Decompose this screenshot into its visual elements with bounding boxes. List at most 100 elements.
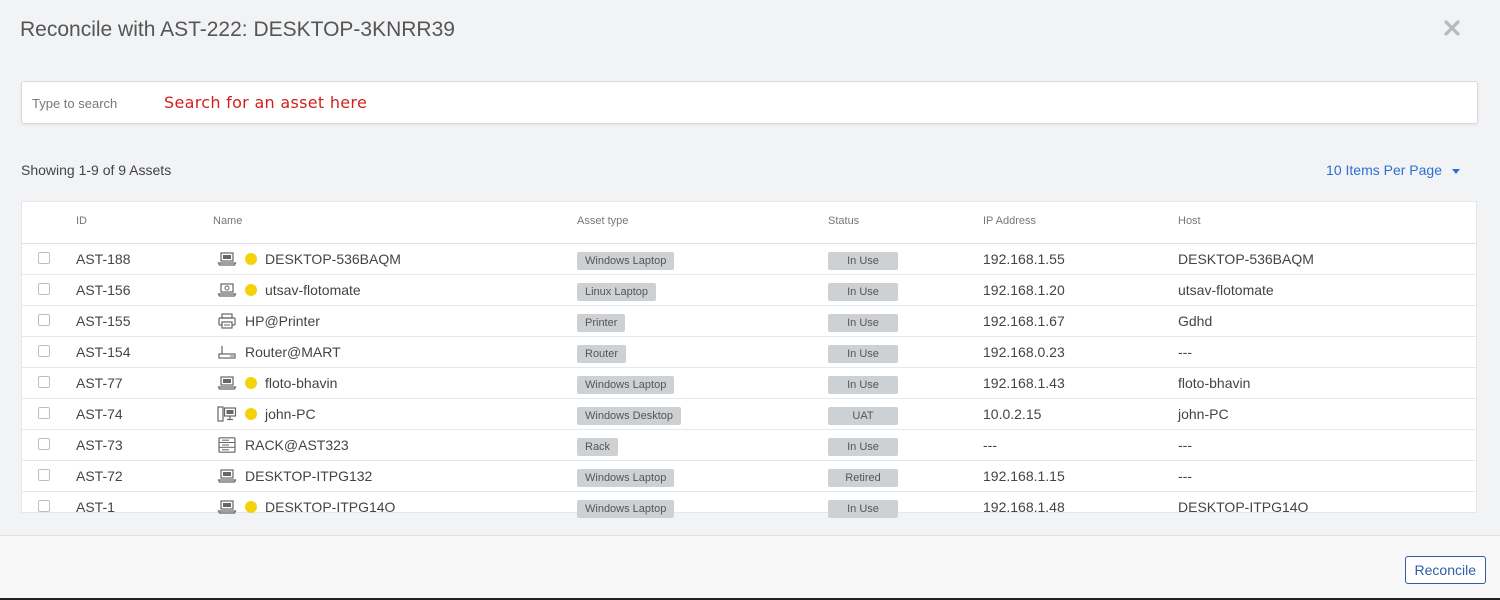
status-cell: Retired — [828, 461, 898, 491]
online-status-dot — [245, 284, 257, 296]
laptop-icon — [217, 499, 237, 515]
table-row[interactable]: AST-188 DESKTOP-536BAQM Windows Laptop In U… — [22, 244, 1476, 275]
table-row[interactable]: AST-77 floto-bhavin Windows Laptop In Use 19… — [22, 368, 1476, 399]
status-badge: In Use — [828, 345, 898, 363]
linux-laptop-icon — [217, 282, 237, 298]
host: DESKTOP-ITPG14O — [1178, 499, 1309, 515]
row-checkbox[interactable] — [38, 407, 50, 419]
caret-down-icon — [1452, 168, 1460, 174]
table-row[interactable]: AST-156 utsav-flotomate Linux Laptop In Use… — [22, 275, 1476, 306]
ip-address: 192.168.1.67 — [983, 313, 1065, 329]
row-checkbox[interactable] — [38, 376, 50, 388]
reconcile-modal: Reconcile with AST-222: DESKTOP-3KNRR39 … — [0, 0, 1500, 600]
status-badge: Retired — [828, 469, 898, 487]
column-header-name: Name — [213, 215, 243, 227]
asset-id: AST-188 — [76, 251, 131, 267]
table-row[interactable]: AST-74 john-PC Windows Desktop UAT 10.0.2.15… — [22, 399, 1476, 430]
asset-name-cell[interactable]: utsav-flotomate — [217, 275, 361, 305]
close-icon[interactable] — [1442, 18, 1462, 38]
asset-id: AST-73 — [76, 437, 123, 453]
assets-table: ID Name Asset type Status IP Address Hos… — [21, 201, 1477, 518]
asset-name-cell[interactable]: HP@Printer — [217, 306, 320, 336]
asset-name: john-PC — [265, 406, 316, 422]
desktop-icon — [217, 406, 237, 422]
asset-name-cell[interactable]: DESKTOP-ITPG132 — [217, 461, 372, 491]
status-badge: In Use — [828, 314, 898, 332]
asset-type-cell: Windows Laptop — [577, 461, 675, 491]
ip-address: 192.168.1.15 — [983, 468, 1065, 484]
laptop-icon — [217, 375, 237, 391]
status-badge: In Use — [828, 500, 898, 518]
status-cell: In Use — [828, 275, 898, 305]
status-badge: In Use — [828, 252, 898, 270]
host: utsav-flotomate — [1178, 282, 1274, 298]
status-badge: In Use — [828, 283, 898, 301]
row-checkbox[interactable] — [38, 252, 50, 264]
row-checkbox[interactable] — [38, 500, 50, 512]
asset-name: DESKTOP-ITPG14O — [265, 499, 396, 515]
online-status-dot — [245, 501, 257, 513]
host: --- — [1178, 437, 1192, 453]
host: floto-bhavin — [1178, 375, 1251, 391]
row-checkbox[interactable] — [38, 283, 50, 295]
asset-name: HP@Printer — [245, 313, 320, 329]
column-header-ip-address: IP Address — [983, 215, 1036, 227]
reconcile-button[interactable]: Reconcile — [1404, 556, 1486, 584]
row-checkbox[interactable] — [38, 345, 50, 357]
ip-address: --- — [983, 437, 997, 453]
status-cell: In Use — [828, 306, 898, 336]
asset-type-badge: Windows Laptop — [577, 469, 675, 487]
asset-id: AST-155 — [76, 313, 131, 329]
table-row[interactable]: AST-72 DESKTOP-ITPG132 Windows Laptop Retir… — [22, 461, 1476, 492]
asset-name-cell[interactable]: floto-bhavin — [217, 368, 337, 398]
row-checkbox[interactable] — [38, 438, 50, 450]
column-header-host: Host — [1178, 215, 1201, 227]
asset-id: AST-154 — [76, 344, 131, 360]
asset-type-badge: Rack — [577, 438, 619, 456]
status-badge: In Use — [828, 438, 898, 456]
asset-type-badge: Linux Laptop — [577, 283, 656, 301]
asset-type-badge: Windows Laptop — [577, 376, 675, 394]
asset-name-cell[interactable]: Router@MART — [217, 337, 341, 367]
asset-name-cell[interactable]: john-PC — [217, 399, 316, 429]
asset-name: RACK@AST323 — [245, 437, 349, 453]
modal-title: Reconcile with AST-222: DESKTOP-3KNRR39 — [20, 18, 455, 41]
asset-name: utsav-flotomate — [265, 282, 361, 298]
asset-name: DESKTOP-ITPG132 — [245, 468, 373, 484]
asset-id: AST-1 — [76, 499, 115, 515]
status-cell: In Use — [828, 337, 898, 367]
items-per-page-dropdown[interactable]: 10 Items Per Page — [1326, 162, 1460, 178]
table-row[interactable]: AST-154 Router@MART Router In Use 192.168.0.… — [22, 337, 1476, 368]
asset-id: AST-77 — [76, 375, 123, 391]
row-checkbox[interactable] — [38, 469, 50, 481]
search-input[interactable] — [30, 90, 164, 116]
table-row[interactable]: AST-1 DESKTOP-ITPG14O Windows Laptop In Use… — [22, 492, 1476, 522]
host: Gdhd — [1178, 313, 1213, 329]
router-icon — [217, 344, 237, 360]
row-checkbox[interactable] — [38, 314, 50, 326]
online-status-dot — [245, 253, 257, 265]
ip-address: 192.168.1.48 — [983, 499, 1065, 515]
asset-type-cell: Windows Laptop — [577, 244, 675, 274]
asset-name-cell[interactable]: RACK@AST323 — [217, 430, 349, 460]
asset-name-cell[interactable]: DESKTOP-536BAQM — [217, 244, 401, 274]
rack-icon — [217, 437, 237, 453]
host: --- — [1178, 344, 1192, 360]
status-cell: UAT — [828, 399, 898, 429]
asset-name-cell[interactable]: DESKTOP-ITPG14O — [217, 492, 395, 522]
table-row[interactable]: AST-73 RACK@AST323 Rack In Use --- --- — [22, 430, 1476, 461]
status-cell: In Use — [828, 244, 898, 274]
asset-type-badge: Windows Desktop — [577, 407, 682, 425]
table-row[interactable]: AST-155 HP@Printer Printer In Use 192.168.1.… — [22, 306, 1476, 337]
search-hint: Search for an asset here — [164, 93, 368, 112]
ip-address: 192.168.1.43 — [983, 375, 1065, 391]
asset-type-cell: Windows Laptop — [577, 368, 675, 398]
laptop-icon — [217, 468, 237, 484]
host: john-PC — [1178, 406, 1229, 422]
modal-header: Reconcile with AST-222: DESKTOP-3KNRR39 — [20, 14, 1480, 46]
asset-type-cell: Router — [577, 337, 627, 367]
asset-name: DESKTOP-536BAQM — [265, 251, 401, 267]
results-summary: Showing 1-9 of 9 Assets — [21, 162, 172, 178]
items-per-page-label: 10 Items Per Page — [1326, 162, 1442, 178]
host: DESKTOP-536BAQM — [1178, 251, 1314, 267]
